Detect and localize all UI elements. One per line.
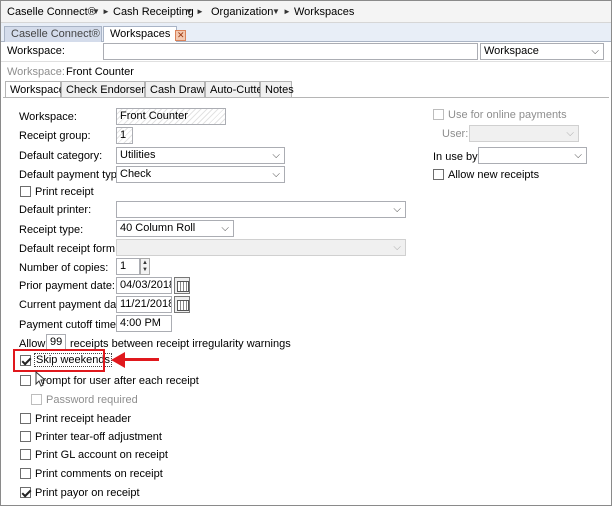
workspaces-window: Caselle Connect® ▼ ► Cash Receipting ▼ ►… xyxy=(0,0,612,506)
current-payment-date-input[interactable]: 11/21/2018 xyxy=(116,296,172,313)
default-receipt-form-label: Default receipt form: xyxy=(19,243,119,255)
breadcrumb-arrow-icon: ▼ xyxy=(185,7,193,16)
chevron-down-icon: ⌵ xyxy=(393,242,401,253)
breadcrumb-arrow-icon: ▼ xyxy=(272,7,280,16)
breadcrumb: Caselle Connect® ▼ ► Cash Receipting ▼ ►… xyxy=(1,1,611,23)
prior-payment-date-input[interactable]: 04/03/2018 xyxy=(116,277,172,294)
chevron-down-icon: ⌵ xyxy=(221,223,229,234)
receipt-type-label: Receipt type: xyxy=(19,224,84,236)
print-payor-label: Print payor on receipt xyxy=(35,487,140,499)
workspace-name-input[interactable]: Front Counter xyxy=(116,108,226,125)
printer-tearoff-checkbox[interactable] xyxy=(20,431,31,442)
annotation-highlight-box xyxy=(13,349,105,372)
copies-stepper[interactable]: ▲ ▼ xyxy=(140,258,150,275)
password-required-checkbox[interactable] xyxy=(31,394,42,405)
receipt-type-select[interactable]: 40 Column Roll ⌵ xyxy=(116,220,234,237)
stepper-down-icon[interactable]: ▼ xyxy=(142,267,148,273)
default-category-label: Default category: xyxy=(19,150,103,162)
default-receipt-form-select[interactable]: ⌵ xyxy=(116,239,406,256)
close-tab-icon[interactable]: ✕ xyxy=(175,30,187,41)
payment-cutoff-time-label: Payment cutoff time: xyxy=(19,319,120,331)
chevron-down-icon: ⌵ xyxy=(272,169,280,180)
default-printer-label: Default printer: xyxy=(19,204,92,216)
calendar-icon[interactable] xyxy=(174,296,190,313)
print-comments-label: Print comments on receipt xyxy=(35,468,163,480)
default-payment-type-value: Check xyxy=(120,168,152,180)
tab-cash-drawer[interactable]: Cash Drawer xyxy=(145,81,214,98)
annotation-arrow-head-icon xyxy=(111,352,125,368)
receipt-group-label: Receipt group: xyxy=(19,130,91,142)
workspace-name-label: Workspace: xyxy=(19,111,77,123)
tab-caselle-connect[interactable]: Caselle Connect® xyxy=(4,26,102,42)
workspace-lookup-label: Workspace: xyxy=(7,45,65,57)
default-payment-type-label: Default payment type: xyxy=(19,169,127,181)
receipt-group-input[interactable]: 1 xyxy=(116,127,133,144)
print-receipt-header-checkbox[interactable] xyxy=(20,413,31,424)
breadcrumb-separator-icon: ► xyxy=(283,7,291,16)
current-workspace-name: Front Counter xyxy=(66,66,134,78)
current-workspace-label: Workspace: xyxy=(7,66,65,78)
breadcrumb-separator-icon: ► xyxy=(196,7,204,16)
default-payment-type-select[interactable]: Check ⌵ xyxy=(116,166,285,183)
default-category-value: Utilities xyxy=(120,149,156,161)
printer-tearoff-label: Printer tear-off adjustment xyxy=(35,431,162,443)
print-receipt-header-label: Print receipt header xyxy=(35,413,131,425)
default-printer-select[interactable]: ⌵ xyxy=(116,201,406,218)
tab-label: Caselle Connect® xyxy=(11,28,100,40)
workspace-type-value: Workspace xyxy=(484,45,539,57)
breadcrumb-item-cash-receipting[interactable]: Cash Receipting xyxy=(113,6,194,18)
chevron-down-icon: ⌵ xyxy=(272,150,280,161)
tab-auto-cutter[interactable]: Auto-Cutter xyxy=(205,81,266,98)
breadcrumb-arrow-icon: ▼ xyxy=(92,7,100,16)
chevron-down-icon: ⌵ xyxy=(393,204,401,215)
chevron-down-icon: ⌵ xyxy=(566,128,574,139)
in-use-by-label: In use by: xyxy=(433,151,481,163)
current-payment-date-label: Current payment date: xyxy=(19,299,129,311)
allow-new-receipts-checkbox[interactable] xyxy=(433,169,444,180)
document-tab-bar: Caselle Connect® Workspaces ✕ xyxy=(1,23,611,42)
print-payor-checkbox[interactable] xyxy=(20,487,31,498)
prompt-for-user-label: Prompt for user after each receipt xyxy=(35,375,199,387)
online-payments-label: Use for online payments xyxy=(448,109,567,121)
workspace-lookup-bar: Workspace: Workspace ⌵ xyxy=(1,42,611,60)
allow-new-receipts-label: Allow new receipts xyxy=(448,169,540,181)
prompt-for-user-checkbox[interactable] xyxy=(20,375,31,386)
divider xyxy=(1,61,611,62)
tab-label: Workspaces xyxy=(110,28,171,40)
print-receipt-label: Print receipt xyxy=(35,186,94,198)
in-use-by-select[interactable]: ⌵ xyxy=(478,147,587,164)
workspace-type-select[interactable]: Workspace ⌵ xyxy=(480,43,604,60)
calendar-icon[interactable] xyxy=(174,277,190,294)
tab-notes[interactable]: Notes xyxy=(260,81,294,98)
print-comments-checkbox[interactable] xyxy=(20,468,31,479)
number-of-copies-input[interactable]: 1 xyxy=(116,258,140,275)
online-payments-checkbox[interactable] xyxy=(433,109,444,120)
workspace-lookup-input[interactable] xyxy=(103,43,478,60)
breadcrumb-item-organization[interactable]: Organization xyxy=(211,6,273,18)
receipt-type-value: 40 Column Roll xyxy=(120,222,196,234)
payment-cutoff-time-input[interactable]: 4:00 PM xyxy=(116,315,172,332)
print-receipt-checkbox[interactable] xyxy=(20,186,31,197)
user-select[interactable]: ⌵ xyxy=(469,125,579,142)
prior-payment-date-label: Prior payment date: xyxy=(19,280,115,292)
user-label: User: xyxy=(442,128,469,140)
tab-check-endorsement[interactable]: Check Endorsement xyxy=(61,81,166,98)
number-of-copies-label: Number of copies: xyxy=(19,262,109,274)
mouse-pointer-icon xyxy=(35,371,47,387)
breadcrumb-item-caselle-connect[interactable]: Caselle Connect® xyxy=(7,6,96,18)
print-gl-account-label: Print GL account on receipt xyxy=(35,449,168,461)
breadcrumb-item-workspaces[interactable]: Workspaces xyxy=(294,6,354,18)
annotation-arrow xyxy=(121,358,159,361)
default-category-select[interactable]: Utilities ⌵ xyxy=(116,147,285,164)
password-required-label: Password required xyxy=(46,394,138,406)
breadcrumb-separator-icon: ► xyxy=(102,7,110,16)
tab-workspaces[interactable]: Workspaces ✕ xyxy=(103,26,187,42)
stepper-up-icon[interactable]: ▲ xyxy=(142,260,148,266)
print-gl-account-checkbox[interactable] xyxy=(20,449,31,460)
chevron-down-icon: ⌵ xyxy=(591,46,599,57)
chevron-down-icon: ⌵ xyxy=(574,150,582,161)
